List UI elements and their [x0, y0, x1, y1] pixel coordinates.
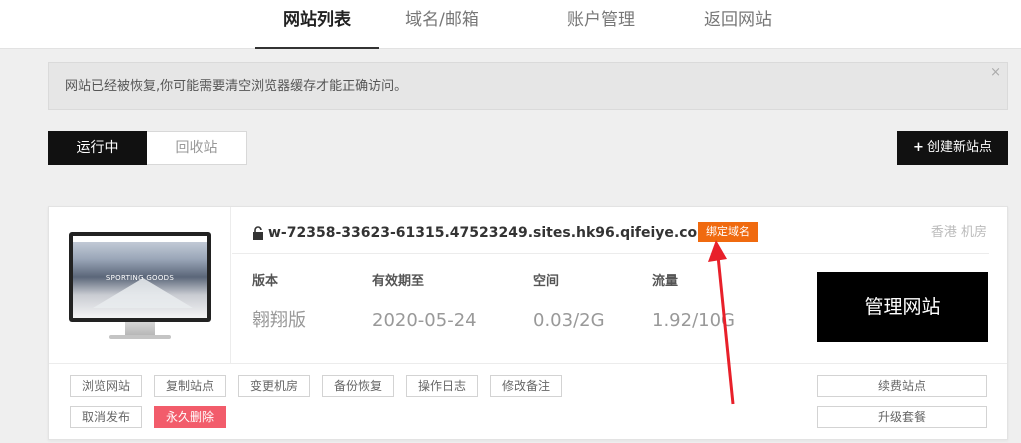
plus-icon: + — [913, 140, 924, 155]
traffic-label: 流量 — [652, 274, 679, 289]
site-domain[interactable]: w-72358-33623-61315.47523249.sites.hk96.… — [268, 223, 712, 243]
restore-notice: 网站已经被恢复,你可能需要清空浏览器缓存才能正确访问。 × — [48, 62, 1008, 110]
backup-restore-button[interactable]: 备份恢复 — [322, 375, 394, 397]
tab-domain-email[interactable]: 域名/邮箱 — [380, 0, 504, 49]
monitor-icon: SPORTING GOODS — [69, 232, 211, 322]
unlock-icon — [253, 226, 263, 240]
edit-note-button[interactable]: 修改备注 — [490, 375, 562, 397]
create-site-button[interactable]: + 创建新站点 — [897, 131, 1008, 165]
bind-domain-button[interactable]: 绑定域名 — [698, 222, 758, 242]
close-icon[interactable]: × — [990, 65, 1001, 81]
divider — [49, 363, 1007, 364]
upgrade-plan-button[interactable]: 升级套餐 — [817, 406, 987, 428]
operation-log-button[interactable]: 操作日志 — [406, 375, 478, 397]
tab-site-list[interactable]: 网站列表 — [255, 0, 379, 49]
top-nav: 网站列表 域名/邮箱 账户管理 返回网站 — [0, 0, 1021, 49]
expiry-value: 2020-05-24 — [372, 310, 477, 331]
renew-site-button[interactable]: 续费站点 — [817, 375, 987, 397]
site-thumbnail[interactable]: SPORTING GOODS — [49, 207, 231, 363]
create-site-label: 创建新站点 — [926, 140, 992, 155]
notice-text: 网站已经被恢复,你可能需要清空浏览器缓存才能正确访问。 — [65, 79, 408, 94]
change-datacenter-button[interactable]: 变更机房 — [238, 375, 310, 397]
space-value: 0.03/2G — [533, 310, 605, 331]
version-value: 翱翔版 — [252, 310, 306, 331]
filter-recycle-tab[interactable]: 回收站 — [147, 131, 247, 165]
expiry-label: 有效期至 — [372, 274, 425, 289]
version-label: 版本 — [252, 274, 279, 289]
unpublish-button[interactable]: 取消发布 — [70, 406, 142, 428]
delete-permanently-button[interactable]: 永久删除 — [154, 406, 226, 428]
tab-back-to-site[interactable]: 返回网站 — [676, 0, 800, 49]
manage-site-button[interactable]: 管理网站 — [817, 272, 988, 342]
copy-site-button[interactable]: 复制站点 — [154, 375, 226, 397]
server-location: 香港 机房 — [930, 225, 987, 240]
filter-running-tab[interactable]: 运行中 — [48, 131, 147, 165]
site-card: SPORTING GOODS w-72358-33623-61315.47523… — [48, 206, 1008, 440]
space-label: 空间 — [533, 274, 560, 289]
tab-account[interactable]: 账户管理 — [536, 0, 666, 49]
browse-site-button[interactable]: 浏览网站 — [70, 375, 142, 397]
divider — [232, 253, 989, 254]
traffic-value: 1.92/10G — [652, 310, 735, 331]
